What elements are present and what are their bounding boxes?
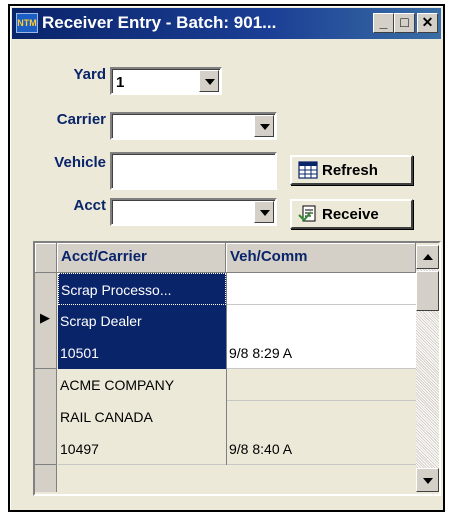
grid-cell-acct[interactable]: 10497 [58, 433, 226, 465]
grid-cell-veh[interactable]: 9/8 8:40 A [227, 433, 416, 465]
receiver-entry-window: NTM Receiver Entry - Batch: 901... _ □ ✕… [8, 4, 445, 512]
receivers-grid[interactable]: Acct/Carrier Veh/Comm ▶ Scrap Processo..… [33, 241, 441, 496]
close-button[interactable]: ✕ [417, 13, 438, 33]
column-divider [226, 273, 227, 465]
column-header-veh-comm[interactable]: Veh/Comm [226, 243, 416, 273]
grid-corner-header [35, 243, 57, 273]
receive-button[interactable]: Receive [290, 199, 413, 229]
row-indicator-1[interactable]: ▶ [35, 273, 57, 369]
grid-cell-veh[interactable] [227, 305, 416, 337]
receive-document-icon [298, 205, 316, 222]
receive-button-label: Receive [322, 206, 379, 223]
row-indicator-2[interactable] [35, 369, 57, 465]
acct-dropdown-button[interactable] [254, 201, 274, 223]
refresh-button[interactable]: Refresh [290, 155, 413, 185]
grid-cell-veh[interactable] [227, 401, 416, 433]
minimize-button[interactable]: _ [373, 13, 394, 33]
grid-cell-acct[interactable]: ACME COMPANY [58, 369, 226, 401]
yard-dropdown-button[interactable] [199, 70, 219, 92]
carrier-select[interactable] [110, 112, 277, 140]
grid-cell-acct[interactable]: Scrap Processo... [58, 273, 226, 305]
grid-cell-veh[interactable]: 9/8 8:29 A [227, 337, 416, 369]
vehicle-input[interactable] [110, 152, 277, 190]
grid-vertical-scrollbar[interactable] [416, 245, 439, 492]
acct-label: Acct [73, 197, 106, 214]
carrier-dropdown-button[interactable] [254, 115, 274, 137]
acct-select[interactable] [110, 198, 277, 226]
column-header-acct-carrier[interactable]: Acct/Carrier [57, 243, 226, 273]
grid-cell-veh[interactable] [227, 273, 416, 305]
grid-cell-acct[interactable]: 10501 [58, 337, 226, 369]
window-title: Receiver Entry - Batch: 901... [42, 13, 277, 32]
grid-cell-acct[interactable]: RAIL CANADA [58, 401, 226, 433]
grid-cell-acct[interactable]: Scrap Dealer [58, 305, 226, 337]
grid-cell-veh[interactable] [227, 369, 416, 401]
scroll-down-button[interactable] [416, 468, 439, 492]
row-pointer-icon: ▶ [40, 311, 50, 326]
vehicle-label: Vehicle [54, 154, 106, 171]
maximize-button[interactable]: □ [394, 13, 415, 33]
app-icon[interactable]: NTM [16, 13, 38, 33]
row-indicator-empty [35, 465, 57, 492]
title-bar[interactable]: NTM Receiver Entry - Batch: 901... _ □ ✕ [12, 8, 441, 39]
scroll-thumb[interactable] [416, 271, 439, 311]
carrier-label: Carrier [56, 111, 106, 128]
yard-select[interactable]: 1 [110, 67, 222, 95]
scroll-up-button[interactable] [416, 245, 439, 269]
yard-label: Yard [73, 66, 106, 83]
refresh-button-label: Refresh [322, 162, 378, 179]
yard-value: 1 [116, 74, 125, 91]
calendar-grid-icon [298, 161, 318, 179]
